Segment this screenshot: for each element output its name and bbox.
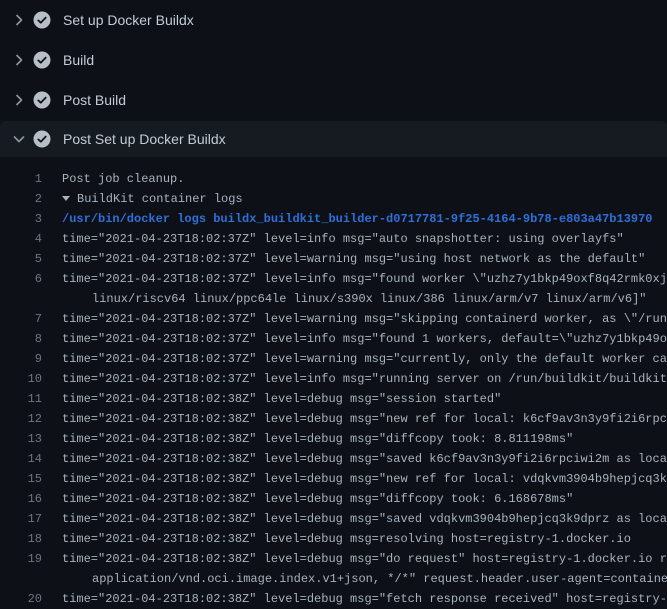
step-label: Post Set up Docker Buildx (63, 131, 226, 147)
log-line-text: time="2021-04-23T18:02:38Z" level=debug … (62, 389, 501, 409)
log-line-number-empty (0, 289, 42, 309)
log-line-number-empty (0, 569, 42, 589)
step-label: Set up Docker Buildx (63, 12, 194, 28)
log-line-number[interactable]: 20 (0, 589, 42, 609)
log-line: 4 time="2021-04-23T18:02:37Z" level=info … (0, 229, 667, 249)
log-line-text: BuildKit container logs (62, 189, 243, 209)
log-line-text: time="2021-04-23T18:02:38Z" level=debug … (62, 509, 667, 529)
log-line-text: time="2021-04-23T18:02:38Z" level=debug … (62, 429, 573, 449)
log-line-text: time="2021-04-23T18:02:37Z" level=info m… (62, 229, 624, 249)
check-circle-icon (33, 91, 51, 109)
log-line: 8 time="2021-04-23T18:02:37Z" level=info … (0, 329, 667, 349)
log-line-text: time="2021-04-23T18:02:38Z" level=debug … (62, 469, 667, 489)
log-viewer: 1 Post job cleanup. 2 BuildKit container lo… (0, 157, 667, 609)
log-line: application/vnd.oci.image.index.v1+json,… (0, 569, 667, 589)
log-line-number[interactable]: 17 (0, 509, 42, 529)
log-line: 3/usr/bin/docker logs buildx_buildkit_bu… (0, 209, 667, 229)
log-line-text: application/vnd.oci.image.index.v1+json,… (92, 569, 667, 589)
log-line-text: time="2021-04-23T18:02:38Z" level=debug … (62, 529, 631, 549)
log-line: 2 BuildKit container logs (0, 189, 667, 209)
log-line: 9 time="2021-04-23T18:02:37Z" level=warni… (0, 349, 667, 369)
step-row-post-set-up-docker-buildx[interactable]: Post Set up Docker Buildx (0, 121, 667, 157)
chevron-right-icon[interactable] (11, 12, 27, 28)
check-circle-icon (33, 51, 51, 69)
log-line-text: time="2021-04-23T18:02:37Z" level=info m… (62, 329, 667, 349)
log-line-text: Post job cleanup. (62, 169, 184, 189)
log-line-number[interactable]: 18 (0, 529, 42, 549)
steps-list: Set up Docker Buildx Build Post Build Post … (0, 0, 667, 157)
step-label: Post Build (63, 92, 126, 108)
log-line: 18 time="2021-04-23T18:02:38Z" level=debu… (0, 529, 667, 549)
group-title[interactable]: BuildKit container logs (77, 192, 243, 206)
log-line-number[interactable]: 3 (0, 209, 42, 229)
step-row-build[interactable]: Build (0, 40, 667, 80)
workflow-log-panel: Set up Docker Buildx Build Post Build Post … (0, 0, 667, 609)
log-line-text: time="2021-04-23T18:02:38Z" level=debug … (62, 449, 667, 469)
log-line-number[interactable]: 7 (0, 309, 42, 329)
log-line-text: time="2021-04-23T18:02:37Z" level=warnin… (62, 309, 667, 329)
log-line: 20 time="2021-04-23T18:02:38Z" level=debu… (0, 589, 667, 609)
chevron-down-icon[interactable] (11, 131, 27, 147)
log-line-text: time="2021-04-23T18:02:37Z" level=warnin… (62, 249, 645, 269)
log-line: 19 time="2021-04-23T18:02:38Z" level=debu… (0, 549, 667, 569)
log-line-number[interactable]: 8 (0, 329, 42, 349)
log-line: 17 time="2021-04-23T18:02:38Z" level=debu… (0, 509, 667, 529)
log-line-text: time="2021-04-23T18:02:38Z" level=debug … (62, 589, 667, 609)
step-row-post-build[interactable]: Post Build (0, 80, 667, 120)
log-command-text: /usr/bin/docker logs buildx_buildkit_bui… (62, 209, 653, 229)
chevron-right-icon[interactable] (11, 52, 27, 68)
check-circle-icon (33, 130, 51, 148)
log-line-number[interactable]: 6 (0, 269, 42, 289)
log-line-text: linux/riscv64 linux/ppc64le linux/s390x … (92, 289, 647, 309)
step-row-set-up-docker-buildx[interactable]: Set up Docker Buildx (0, 0, 667, 40)
log-line-text: time="2021-04-23T18:02:37Z" level=info m… (62, 269, 667, 289)
log-line-text: time="2021-04-23T18:02:37Z" level=warnin… (62, 349, 667, 369)
log-line: 7 time="2021-04-23T18:02:37Z" level=warni… (0, 309, 667, 329)
log-line: 15 time="2021-04-23T18:02:38Z" level=debu… (0, 469, 667, 489)
log-line-number[interactable]: 16 (0, 489, 42, 509)
log-line: 10 time="2021-04-23T18:02:37Z" level=info… (0, 369, 667, 389)
log-line: 6 time="2021-04-23T18:02:37Z" level=info … (0, 269, 667, 289)
log-line: 1 Post job cleanup. (0, 169, 667, 189)
log-line-number[interactable]: 5 (0, 249, 42, 269)
log-line-number[interactable]: 13 (0, 429, 42, 449)
group-expander-icon[interactable] (62, 196, 70, 201)
log-line-number[interactable]: 9 (0, 349, 42, 369)
log-line-text: time="2021-04-23T18:02:37Z" level=info m… (62, 369, 667, 389)
log-line: 14 time="2021-04-23T18:02:38Z" level=debu… (0, 449, 667, 469)
log-line-text: time="2021-04-23T18:02:38Z" level=debug … (62, 549, 667, 569)
log-line-number[interactable]: 12 (0, 409, 42, 429)
log-line: 12 time="2021-04-23T18:02:38Z" level=debu… (0, 409, 667, 429)
chevron-right-icon[interactable] (11, 92, 27, 108)
log-line-number[interactable]: 1 (0, 169, 42, 189)
log-line: 13 time="2021-04-23T18:02:38Z" level=debu… (0, 429, 667, 449)
step-label: Build (63, 52, 94, 68)
log-line-text: time="2021-04-23T18:02:38Z" level=debug … (62, 409, 667, 429)
log-line-number[interactable]: 19 (0, 549, 42, 569)
log-line-text: time="2021-04-23T18:02:38Z" level=debug … (62, 489, 573, 509)
log-line-number[interactable]: 11 (0, 389, 42, 409)
log-line: linux/riscv64 linux/ppc64le linux/s390x … (0, 289, 667, 309)
check-circle-icon (33, 11, 51, 29)
log-line: 16 time="2021-04-23T18:02:38Z" level=debu… (0, 489, 667, 509)
log-line-number[interactable]: 4 (0, 229, 42, 249)
log-line-number[interactable]: 10 (0, 369, 42, 389)
log-line: 5 time="2021-04-23T18:02:37Z" level=warni… (0, 249, 667, 269)
log-line: 11 time="2021-04-23T18:02:38Z" level=debu… (0, 389, 667, 409)
log-line-number[interactable]: 14 (0, 449, 42, 469)
log-line-number[interactable]: 15 (0, 469, 42, 489)
log-line-number[interactable]: 2 (0, 189, 42, 209)
